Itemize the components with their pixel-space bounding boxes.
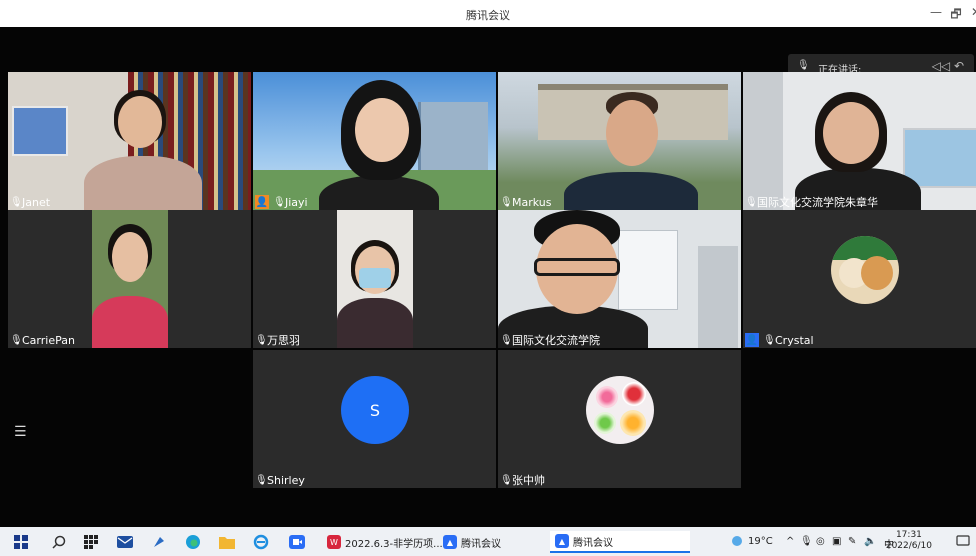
taskbar-app-label: 2022.6.3-非学历项...: [345, 538, 443, 550]
task-view-icon[interactable]: [82, 533, 100, 551]
video-tile-guoji[interactable]: 🎙 国际文化交流学院: [498, 210, 741, 348]
mic-icon: 🎙: [500, 334, 513, 346]
file-explorer-icon[interactable]: [218, 533, 236, 551]
tray-chevron-icon[interactable]: ^: [786, 536, 794, 547]
name-bar: 👤 🎙 Jiayi: [253, 194, 312, 210]
taskbar-app-label: 腾讯会议: [573, 537, 613, 549]
mic-icon: 🎙: [10, 334, 23, 346]
video-tile-carriepan[interactable]: 🎙 CarriePan: [8, 210, 251, 348]
tray-volume-icon[interactable]: 🔈: [864, 536, 876, 547]
name-bar: 🎙 CarriePan: [8, 332, 79, 348]
name-bar: 🎙 Janet: [8, 194, 54, 210]
taskbar-app-meeting-2[interactable]: ▲ 腾讯会议: [550, 531, 690, 553]
tencent-meeting-window: 腾讯会议 — 🗗 ✕ 🎙 正在讲话: ◁◁ ↶ 🎙 Janet: [0, 0, 976, 556]
crystal-avatar: [831, 236, 899, 304]
taskbar-clock[interactable]: 17:31 2022/6/10: [886, 530, 932, 552]
monitor-graphic: [12, 106, 68, 156]
tray-pen-icon[interactable]: ✎: [848, 536, 856, 547]
participant-name: 张中帅: [512, 474, 545, 487]
participant-name: Markus: [512, 195, 552, 209]
name-bar: 🎙 张中帅: [498, 472, 549, 488]
video-tile-wansiyu[interactable]: 🎙 万思羽: [253, 210, 496, 348]
name-bar: 🎙 Shirley: [253, 472, 309, 488]
member-list-menu-icon[interactable]: ☰: [14, 425, 28, 439]
tencent-meeting-icon: ▲: [555, 534, 569, 548]
participant-name: Crystal: [775, 333, 814, 347]
mic-icon: 🎙: [255, 474, 268, 486]
windows-start-icon[interactable]: [12, 533, 30, 551]
restore-button[interactable]: 🗗: [948, 5, 964, 26]
mail-icon[interactable]: [116, 533, 134, 551]
speaking-controls-icon[interactable]: ◁◁ ↶: [932, 59, 964, 73]
participant-name: 国际文化交流学院朱章华: [757, 196, 878, 209]
ie-browser-icon[interactable]: [252, 533, 270, 551]
title-bar: 腾讯会议 — 🗗 ✕: [0, 0, 976, 27]
mic-icon: 🎙: [745, 196, 758, 208]
minimize-button[interactable]: —: [928, 5, 944, 19]
video-tile-markus[interactable]: 🎙 Markus: [498, 72, 741, 210]
edge-browser-icon[interactable]: [184, 533, 202, 551]
close-button[interactable]: ✕: [968, 5, 976, 19]
tray-network-icon[interactable]: ▣: [832, 536, 841, 547]
participant-name: 万思羽: [267, 334, 300, 347]
taskbar-app-wps[interactable]: W 2022.6.3-非学历项...: [322, 531, 448, 553]
notice-board-graphic: [618, 230, 678, 310]
cabinet-graphic: [698, 246, 738, 348]
window-title: 腾讯会议: [466, 9, 510, 22]
weather-temperature[interactable]: 19°C: [748, 536, 773, 547]
tencent-meeting-icon: ▲: [443, 535, 457, 549]
search-icon[interactable]: [50, 533, 68, 551]
taskbar-app-meeting-1[interactable]: ▲ 腾讯会议: [438, 531, 506, 553]
shirley-avatar: S: [341, 376, 409, 444]
host-icon: 👤: [745, 333, 759, 347]
video-feed: [92, 210, 168, 348]
video-tile-zhuzhanghua[interactable]: 🎙 国际文化交流学院朱章华: [743, 72, 976, 210]
taskbar-app-label: 腾讯会议: [461, 538, 501, 550]
wps-doc-icon: W: [327, 535, 341, 549]
mic-icon: 🎙: [763, 334, 776, 346]
name-bar: 🎙 Markus: [498, 194, 556, 210]
mic-icon: 🎙: [273, 196, 286, 208]
name-bar: 👤 🎙 Crystal: [743, 332, 818, 348]
participant-name: Shirley: [267, 473, 305, 487]
lollipop-avatar: [586, 376, 654, 444]
name-bar: 🎙 国际文化交流学院: [498, 332, 604, 348]
clock-date: 2022/6/10: [885, 541, 932, 551]
name-bar: 🎙 万思羽: [253, 332, 304, 348]
participant-name: 国际文化交流学院: [512, 334, 600, 347]
tray-microphone-icon[interactable]: 🎙: [800, 536, 813, 547]
video-tile-janet[interactable]: 🎙 Janet: [8, 72, 251, 210]
door-graphic: [743, 72, 783, 210]
weather-icon[interactable]: [730, 534, 744, 551]
video-tile-crystal[interactable]: 👤 🎙 Crystal: [743, 210, 976, 348]
mic-icon: 🎙: [10, 196, 23, 208]
participant-name: CarriePan: [22, 333, 75, 347]
windows-taskbar: W 2022.6.3-非学历项... ▲ 腾讯会议 ▲ 腾讯会议 19°C ^ …: [0, 527, 976, 556]
video-feed: [337, 210, 413, 348]
participant-name: Jiayi: [285, 195, 308, 209]
mic-icon: 🎙: [500, 196, 513, 208]
mic-icon: 🎙: [500, 474, 513, 486]
tencent-meeting-icon[interactable]: [288, 533, 306, 551]
name-bar: 🎙 国际文化交流学院朱章华: [743, 194, 882, 210]
video-tile-jiayi[interactable]: 👤 🎙 Jiayi: [253, 72, 496, 210]
notification-icon[interactable]: [956, 534, 970, 551]
mic-icon: 🎙: [255, 334, 268, 346]
world-map-graphic: [903, 128, 976, 188]
clock-time: 17:31: [895, 530, 922, 540]
participant-name: Janet: [22, 195, 51, 209]
video-tile-zhangzhongshuai[interactable]: 🎙 张中帅: [498, 350, 741, 488]
tray-shield-icon[interactable]: ◎: [816, 536, 825, 547]
app-icon[interactable]: [150, 533, 168, 551]
video-tile-shirley[interactable]: S 🎙 Shirley: [253, 350, 496, 488]
host-icon: 👤: [255, 195, 269, 209]
mic-icon: 🎙: [797, 60, 810, 71]
